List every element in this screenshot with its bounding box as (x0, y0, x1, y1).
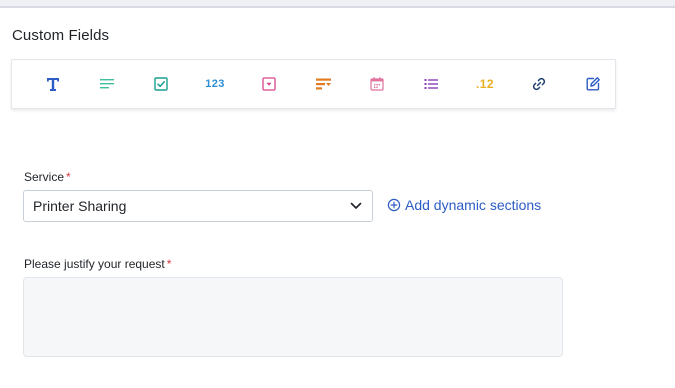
tool-edit[interactable] (566, 66, 620, 102)
tool-date[interactable] (350, 66, 404, 102)
justify-label-text: Please justify your request (24, 257, 165, 271)
text-field-icon (47, 78, 59, 91)
checkbox-icon (154, 77, 168, 91)
service-label: Service * (24, 170, 71, 184)
tool-paragraph[interactable] (80, 66, 134, 102)
justify-textarea[interactable] (23, 277, 563, 357)
service-select-value: Printer Sharing (33, 198, 127, 214)
tool-url[interactable] (512, 66, 566, 102)
justify-label: Please justify your request * (24, 257, 171, 271)
dependent-dropdown-icon (315, 78, 331, 90)
service-label-text: Service (24, 170, 65, 184)
top-header-strip (0, 0, 675, 8)
required-marker: * (66, 170, 71, 184)
tool-multi-select[interactable] (404, 66, 458, 102)
tool-decimal[interactable]: .12 (458, 66, 512, 102)
decimal-icon: .12 (476, 77, 494, 91)
url-icon (532, 77, 546, 91)
dropdown-icon (262, 77, 276, 91)
chevron-down-icon (350, 202, 362, 209)
number-icon: 123 (205, 78, 225, 90)
tool-checkbox[interactable] (134, 66, 188, 102)
tool-dependent-dropdown[interactable] (296, 66, 350, 102)
paragraph-icon (100, 79, 114, 89)
service-select[interactable]: Printer Sharing (23, 190, 373, 222)
add-dynamic-sections-link[interactable]: Add dynamic sections (387, 197, 541, 213)
required-marker: * (166, 257, 172, 271)
plus-circle-icon (387, 198, 401, 212)
tool-number[interactable]: 123 (188, 66, 242, 102)
date-icon (370, 77, 384, 91)
tool-dropdown[interactable] (242, 66, 296, 102)
section-title: Custom Fields (12, 27, 110, 44)
multi-select-icon (424, 79, 438, 89)
edit-icon (586, 77, 600, 91)
add-dynamic-sections-label: Add dynamic sections (405, 197, 542, 213)
tool-text-field[interactable] (26, 66, 80, 102)
field-type-toolbar: 123 .12 (11, 59, 616, 109)
